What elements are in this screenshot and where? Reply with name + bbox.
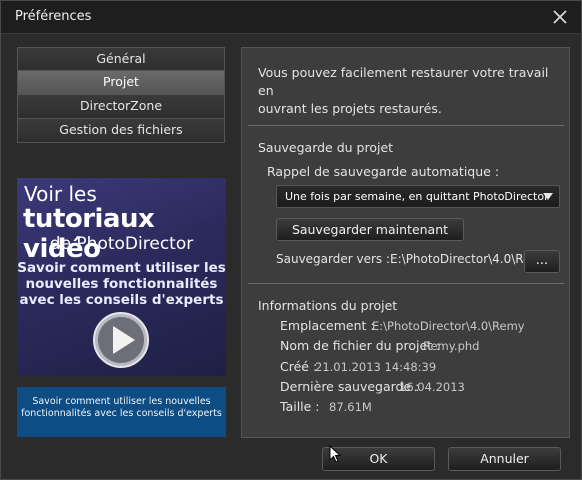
divider	[248, 283, 564, 284]
intro-line-b: ouvrant les projets restaurés.	[258, 101, 442, 116]
promo-description-b: nouvelles fonctionnalités	[25, 276, 218, 292]
filename-label: Nom de fichier du projet :	[280, 338, 441, 353]
location-label: Emplacement :	[280, 318, 375, 333]
last-saved-value: 16.04.2013	[399, 380, 465, 394]
filename-value: Remy.phd	[423, 339, 480, 353]
size-value: 87.61M	[329, 400, 372, 414]
browse-button[interactable]: ...	[524, 250, 560, 273]
save-to-path: Sauvegarder vers :E:\PhotoDirector\4.0\R…	[276, 252, 542, 266]
auto-save-label: Rappel de sauvegarde automatique :	[267, 164, 500, 179]
tutorial-promo-banner[interactable]: Voir les tutoriaux vidéo de PhotoDirecto…	[17, 178, 226, 376]
intro-text: Vous pouvez facilement restaurer votre t…	[258, 64, 558, 118]
created-value: 21.01.2013 14:48:39	[315, 360, 437, 374]
promo-description: Savoir comment utiliser les nouvelles fo…	[17, 260, 226, 308]
mouse-cursor-icon	[329, 444, 342, 463]
promo-description-a: Savoir comment utiliser les	[17, 260, 226, 276]
promo-description-c: avec les conseils d'experts	[19, 292, 224, 308]
promo-caption-line-b: fonctionnalités avec les conseils d'expe…	[21, 408, 222, 419]
promo-line-1: Voir les	[24, 182, 97, 206]
location-value: E:\PhotoDirector\4.0\Remy	[372, 319, 525, 333]
preferences-nav: Général Projet DirectorZone Gestion des …	[17, 47, 225, 143]
info-section-title: Informations du projet	[258, 298, 398, 313]
cancel-button[interactable]: Annuler	[448, 447, 561, 471]
promo-line-3: de PhotoDirector	[49, 234, 194, 254]
auto-save-selected: Une fois par semaine, en quittant PhotoD…	[285, 190, 549, 203]
promo-caption[interactable]: Savoir comment utiliser les nouvelles fo…	[17, 387, 226, 437]
promo-caption-line-a: Savoir comment utiliser les nouvelles	[32, 396, 211, 407]
created-label: Créé :	[280, 359, 318, 374]
save-section-title: Sauvegarde du projet	[258, 140, 394, 155]
auto-save-dropdown[interactable]: Une fois par semaine, en quittant PhotoD…	[276, 185, 560, 208]
intro-line-a: Vous pouvez facilement restaurer votre t…	[258, 65, 549, 98]
play-icon[interactable]	[91, 310, 151, 370]
project-settings-panel: Vous pouvez facilement restaurer votre t…	[241, 47, 570, 438]
nav-item-general[interactable]: Général	[17, 47, 225, 71]
title-bar: Préférences	[1, 1, 581, 34]
save-now-button[interactable]: Sauvegarder maintenant	[276, 218, 464, 241]
close-icon[interactable]	[551, 8, 569, 26]
nav-item-gestion-fichiers[interactable]: Gestion des fichiers	[17, 119, 225, 143]
chevron-down-icon	[543, 193, 553, 200]
size-label: Taille :	[280, 399, 320, 414]
divider	[248, 125, 564, 126]
nav-item-projet[interactable]: Projet	[17, 71, 225, 95]
dialog-title: Préférences	[15, 9, 92, 24]
preferences-dialog: Préférences Général Projet DirectorZone …	[0, 0, 582, 480]
nav-item-directorzone[interactable]: DirectorZone	[17, 95, 225, 119]
